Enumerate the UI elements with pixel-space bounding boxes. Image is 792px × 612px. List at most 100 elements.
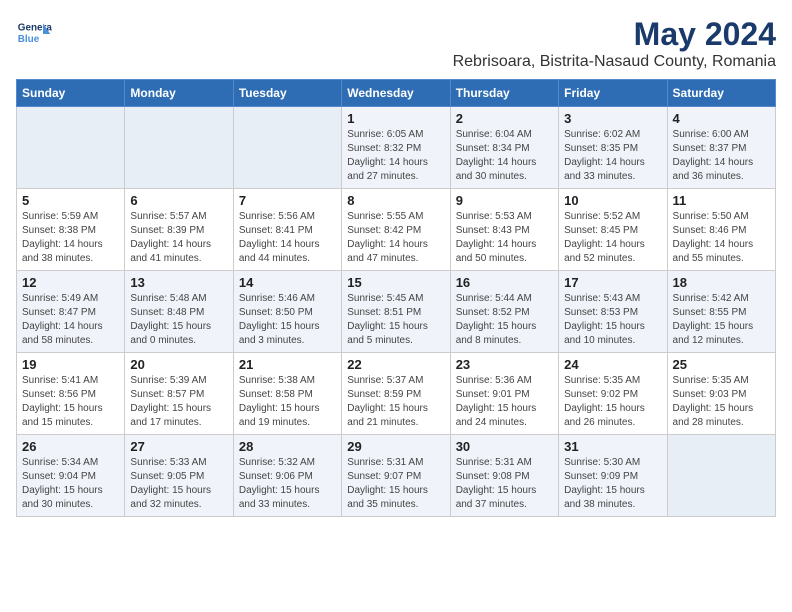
day-number: 17 bbox=[564, 275, 661, 290]
day-number: 20 bbox=[130, 357, 227, 372]
day-number: 27 bbox=[130, 439, 227, 454]
day-number: 29 bbox=[347, 439, 444, 454]
day-info: Sunrise: 6:02 AMSunset: 8:35 PMDaylight:… bbox=[564, 128, 661, 184]
logo: General Blue bbox=[16, 16, 52, 52]
day-number: 25 bbox=[673, 357, 770, 372]
day-info: Sunrise: 5:41 AMSunset: 8:56 PMDaylight:… bbox=[22, 374, 119, 430]
calendar-cell: 24Sunrise: 5:35 AMSunset: 9:02 PMDayligh… bbox=[559, 353, 667, 435]
day-number: 6 bbox=[130, 193, 227, 208]
calendar-cell: 27 Sunrise: 5:33 AMSunset: 9:05 PMDayligh… bbox=[125, 435, 233, 517]
day-number: 14 bbox=[239, 275, 336, 290]
header-friday: Friday bbox=[559, 80, 667, 107]
day-info: Sunrise: 5:45 AMSunset: 8:51 PMDaylight:… bbox=[347, 292, 444, 348]
calendar-cell bbox=[17, 107, 125, 189]
day-info: Sunrise: 5:46 AMSunset: 8:50 PMDaylight:… bbox=[239, 292, 336, 348]
day-number: 8 bbox=[347, 193, 444, 208]
day-number: 28 bbox=[239, 439, 336, 454]
svg-text:Blue: Blue bbox=[18, 34, 40, 45]
header-thursday: Thursday bbox=[450, 80, 558, 107]
calendar-cell bbox=[125, 107, 233, 189]
calendar-cell: 2Sunrise: 6:04 AMSunset: 8:34 PMDaylight… bbox=[450, 107, 558, 189]
calendar-cell: 20 Sunrise: 5:39 AMSunset: 8:57 PMDayligh… bbox=[125, 353, 233, 435]
calendar-cell: 10Sunrise: 5:52 AMSunset: 8:45 PMDayligh… bbox=[559, 189, 667, 271]
calendar-cell: 26 Sunrise: 5:34 AMSunset: 9:04 PMDayligh… bbox=[17, 435, 125, 517]
calendar-cell: 21Sunrise: 5:38 AMSunset: 8:58 PMDayligh… bbox=[233, 353, 341, 435]
day-number: 19 bbox=[22, 357, 119, 372]
day-info: Sunrise: 5:36 AMSunset: 9:01 PMDaylight:… bbox=[456, 374, 553, 430]
calendar-cell: 4Sunrise: 6:00 AMSunset: 8:37 PMDaylight… bbox=[667, 107, 775, 189]
title-area: May 2024 Rebrisoara, Bistrita-Nasaud Cou… bbox=[453, 16, 776, 71]
day-number: 1 bbox=[347, 111, 444, 126]
page-header: General Blue May 2024 Rebrisoara, Bistri… bbox=[16, 16, 776, 71]
day-number: 18 bbox=[673, 275, 770, 290]
calendar-cell: 31 Sunrise: 5:30 AMSunset: 9:09 PMDayligh… bbox=[559, 435, 667, 517]
calendar-cell: 17Sunrise: 5:43 AMSunset: 8:53 PMDayligh… bbox=[559, 271, 667, 353]
day-info: Sunrise: 5:42 AMSunset: 8:55 PMDaylight:… bbox=[673, 292, 770, 348]
calendar-cell: 25 Sunrise: 5:35 AMSunset: 9:03 PMDayligh… bbox=[667, 353, 775, 435]
day-info: Sunrise: 5:35 AMSunset: 9:03 PMDaylight:… bbox=[673, 374, 770, 430]
day-info: Sunrise: 5:33 AMSunset: 9:05 PMDaylight:… bbox=[130, 456, 227, 512]
header-sunday: Sunday bbox=[17, 80, 125, 107]
logo-icon: General Blue bbox=[16, 16, 52, 52]
day-number: 11 bbox=[673, 193, 770, 208]
calendar-week-2: 5 Sunrise: 5:59 AMSunset: 8:38 PMDaylight… bbox=[17, 189, 776, 271]
day-info: Sunrise: 5:31 AMSunset: 9:08 PMDaylight:… bbox=[456, 456, 553, 512]
day-info: Sunrise: 6:05 AMSunset: 8:32 PMDaylight:… bbox=[347, 128, 444, 184]
calendar-cell: 22 Sunrise: 5:37 AMSunset: 8:59 PMDayligh… bbox=[342, 353, 450, 435]
calendar-table: SundayMondayTuesdayWednesdayThursdayFrid… bbox=[16, 79, 776, 517]
day-number: 3 bbox=[564, 111, 661, 126]
day-info: Sunrise: 5:55 AMSunset: 8:42 PMDaylight:… bbox=[347, 210, 444, 266]
calendar-cell bbox=[667, 435, 775, 517]
header-wednesday: Wednesday bbox=[342, 80, 450, 107]
calendar-header-row: SundayMondayTuesdayWednesdayThursdayFrid… bbox=[17, 80, 776, 107]
day-info: Sunrise: 5:53 AMSunset: 8:43 PMDaylight:… bbox=[456, 210, 553, 266]
day-info: Sunrise: 5:32 AMSunset: 9:06 PMDaylight:… bbox=[239, 456, 336, 512]
day-number: 22 bbox=[347, 357, 444, 372]
calendar-week-5: 26 Sunrise: 5:34 AMSunset: 9:04 PMDayligh… bbox=[17, 435, 776, 517]
calendar-cell: 15 Sunrise: 5:45 AMSunset: 8:51 PMDayligh… bbox=[342, 271, 450, 353]
day-info: Sunrise: 5:50 AMSunset: 8:46 PMDaylight:… bbox=[673, 210, 770, 266]
day-info: Sunrise: 6:00 AMSunset: 8:37 PMDaylight:… bbox=[673, 128, 770, 184]
day-number: 2 bbox=[456, 111, 553, 126]
day-number: 15 bbox=[347, 275, 444, 290]
calendar-week-4: 19 Sunrise: 5:41 AMSunset: 8:56 PMDayligh… bbox=[17, 353, 776, 435]
calendar-week-3: 12 Sunrise: 5:49 AMSunset: 8:47 PMDayligh… bbox=[17, 271, 776, 353]
day-number: 26 bbox=[22, 439, 119, 454]
calendar-cell: 11 Sunrise: 5:50 AMSunset: 8:46 PMDayligh… bbox=[667, 189, 775, 271]
day-info: Sunrise: 5:57 AMSunset: 8:39 PMDaylight:… bbox=[130, 210, 227, 266]
calendar-cell: 14 Sunrise: 5:46 AMSunset: 8:50 PMDayligh… bbox=[233, 271, 341, 353]
day-number: 23 bbox=[456, 357, 553, 372]
day-info: Sunrise: 5:49 AMSunset: 8:47 PMDaylight:… bbox=[22, 292, 119, 348]
calendar-cell: 29Sunrise: 5:31 AMSunset: 9:07 PMDayligh… bbox=[342, 435, 450, 517]
day-info: Sunrise: 5:34 AMSunset: 9:04 PMDaylight:… bbox=[22, 456, 119, 512]
calendar-cell: 23 Sunrise: 5:36 AMSunset: 9:01 PMDayligh… bbox=[450, 353, 558, 435]
calendar-cell: 19 Sunrise: 5:41 AMSunset: 8:56 PMDayligh… bbox=[17, 353, 125, 435]
day-number: 16 bbox=[456, 275, 553, 290]
day-info: Sunrise: 5:37 AMSunset: 8:59 PMDaylight:… bbox=[347, 374, 444, 430]
calendar-cell: 5 Sunrise: 5:59 AMSunset: 8:38 PMDaylight… bbox=[17, 189, 125, 271]
calendar-cell: 30 Sunrise: 5:31 AMSunset: 9:08 PMDayligh… bbox=[450, 435, 558, 517]
calendar-subtitle: Rebrisoara, Bistrita-Nasaud County, Roma… bbox=[453, 53, 776, 71]
calendar-cell: 18 Sunrise: 5:42 AMSunset: 8:55 PMDayligh… bbox=[667, 271, 775, 353]
calendar-cell: 9 Sunrise: 5:53 AMSunset: 8:43 PMDaylight… bbox=[450, 189, 558, 271]
day-info: Sunrise: 5:39 AMSunset: 8:57 PMDaylight:… bbox=[130, 374, 227, 430]
header-tuesday: Tuesday bbox=[233, 80, 341, 107]
calendar-title: May 2024 bbox=[453, 16, 776, 53]
day-number: 12 bbox=[22, 275, 119, 290]
day-number: 7 bbox=[239, 193, 336, 208]
calendar-cell: 8 Sunrise: 5:55 AMSunset: 8:42 PMDaylight… bbox=[342, 189, 450, 271]
calendar-cell: 12 Sunrise: 5:49 AMSunset: 8:47 PMDayligh… bbox=[17, 271, 125, 353]
header-monday: Monday bbox=[125, 80, 233, 107]
day-info: Sunrise: 5:59 AMSunset: 8:38 PMDaylight:… bbox=[22, 210, 119, 266]
day-info: Sunrise: 5:38 AMSunset: 8:58 PMDaylight:… bbox=[239, 374, 336, 430]
day-info: Sunrise: 5:30 AMSunset: 9:09 PMDaylight:… bbox=[564, 456, 661, 512]
day-number: 30 bbox=[456, 439, 553, 454]
day-number: 5 bbox=[22, 193, 119, 208]
calendar-cell: 6 Sunrise: 5:57 AMSunset: 8:39 PMDaylight… bbox=[125, 189, 233, 271]
calendar-cell bbox=[233, 107, 341, 189]
day-info: Sunrise: 5:56 AMSunset: 8:41 PMDaylight:… bbox=[239, 210, 336, 266]
day-number: 9 bbox=[456, 193, 553, 208]
calendar-cell: 7 Sunrise: 5:56 AMSunset: 8:41 PMDaylight… bbox=[233, 189, 341, 271]
day-info: Sunrise: 5:44 AMSunset: 8:52 PMDaylight:… bbox=[456, 292, 553, 348]
day-number: 31 bbox=[564, 439, 661, 454]
